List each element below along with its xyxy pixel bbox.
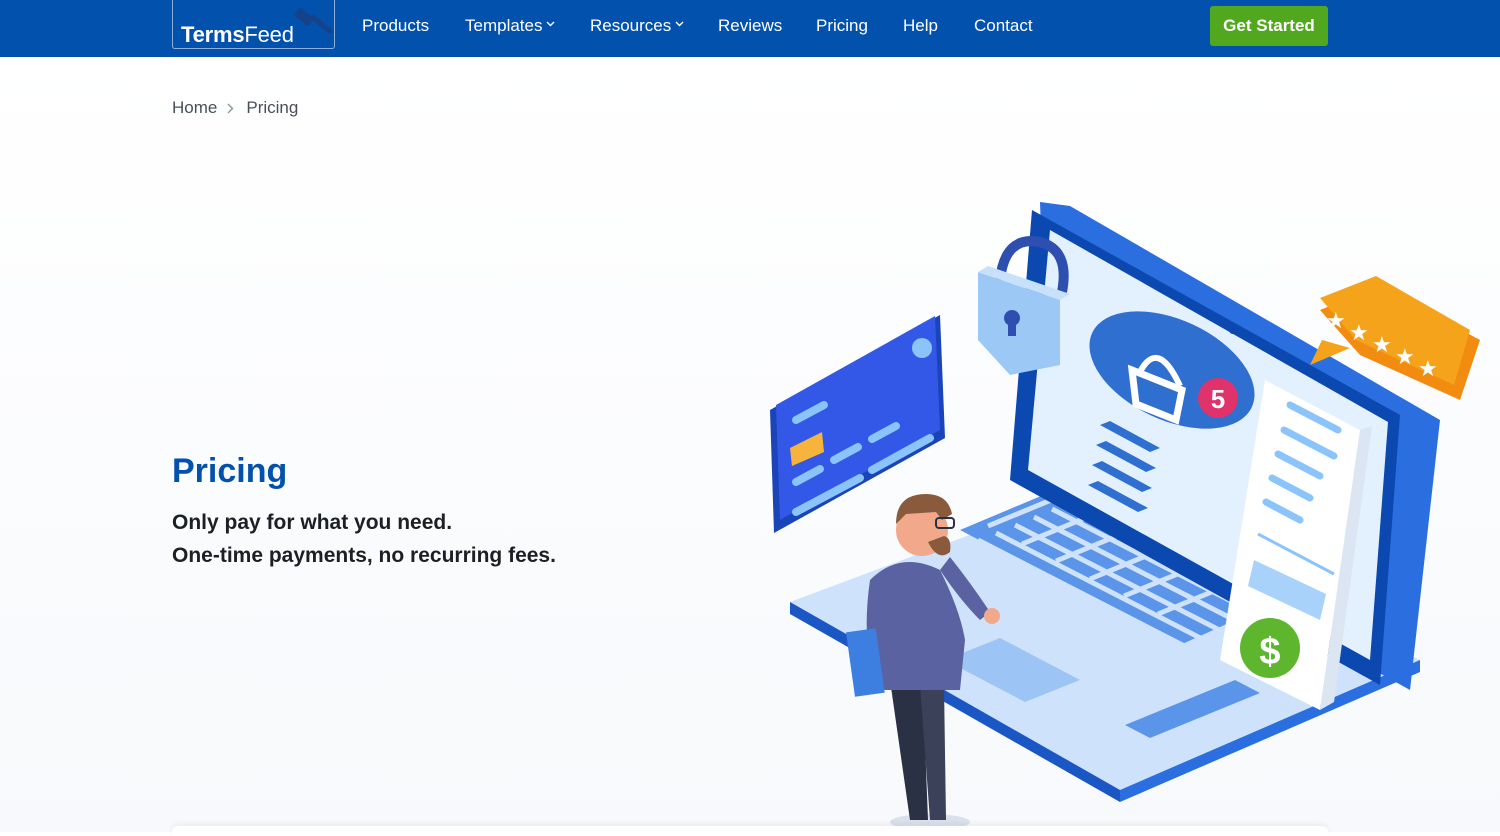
chevron-right-icon [227, 103, 234, 113]
pricing-illustration: 5 $ ★ ★ ★ ★ ★ [770, 202, 1480, 830]
svg-text:★: ★ [1395, 344, 1415, 369]
breadcrumb-current: Pricing [246, 98, 299, 117]
nav-help[interactable]: Help [903, 16, 938, 36]
svg-text:★: ★ [1372, 332, 1392, 357]
termsfeed-logo[interactable]: TermsFeed [172, 0, 335, 49]
svg-text:★: ★ [1326, 308, 1346, 333]
nav-pricing[interactable]: Pricing [816, 16, 868, 36]
nav-reviews[interactable]: Reviews [718, 16, 782, 36]
nav-templates[interactable]: Templates [465, 16, 555, 36]
nav-products[interactable]: Products [362, 16, 429, 36]
get-started-button[interactable]: Get Started [1210, 6, 1328, 46]
gavel-icon [294, 8, 333, 34]
nav-contact[interactable]: Contact [974, 16, 1033, 36]
hero-tagline-1: Only pay for what you need. [172, 511, 453, 534]
svg-text:★: ★ [1418, 356, 1438, 381]
breadcrumb-home-link[interactable]: Home [172, 98, 217, 118]
nav-resources[interactable]: Resources [590, 16, 684, 36]
cart-count-text: 5 [1211, 384, 1225, 414]
svg-text:★: ★ [1349, 320, 1369, 345]
chevron-down-icon [546, 21, 555, 27]
page-title: Pricing [172, 452, 288, 490]
top-navigation: TermsFeed Products Templates Resources R… [0, 0, 1500, 57]
hero-tagline-2: One-time payments, no recurring fees. [172, 544, 556, 567]
padlock-icon [978, 236, 1070, 375]
pricing-card-edge [172, 826, 1328, 836]
dollar-symbol: $ [1259, 631, 1280, 673]
breadcrumb: Home Pricing [172, 98, 298, 118]
chevron-down-icon [675, 21, 684, 27]
logo-wordmark: TermsFeed [181, 22, 294, 47]
